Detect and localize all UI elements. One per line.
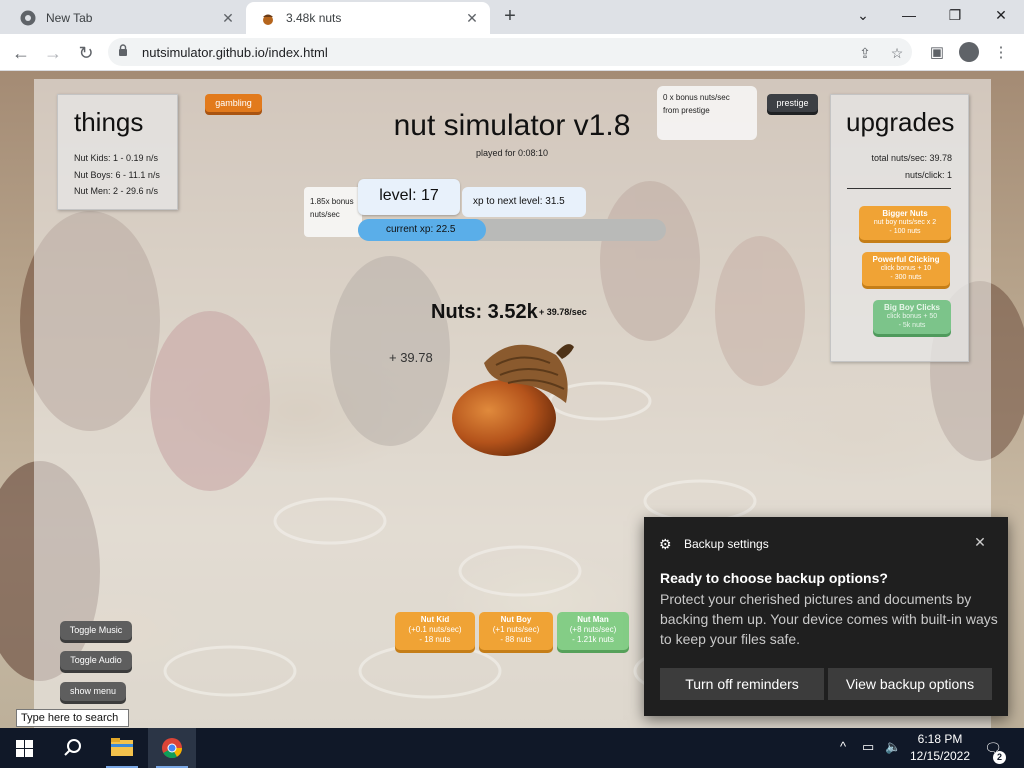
nuts-per-click: nuts/click: 1 xyxy=(904,170,952,180)
nuts-rate: + 39.78/sec xyxy=(539,307,587,317)
upgrade-cost: - 300 nuts xyxy=(890,274,922,281)
upgrade-desc: click bonus + 10 xyxy=(880,265,932,272)
folder-icon xyxy=(111,738,133,756)
nut-men-stat: Nut Men: 2 - 29.6 n/s xyxy=(74,186,159,196)
search-icon[interactable] xyxy=(48,728,96,768)
network-icon[interactable]: ▭ xyxy=(862,739,874,755)
buy-cost: - 18 nuts xyxy=(419,635,451,644)
chrome-taskbar-icon[interactable] xyxy=(148,728,196,768)
toggle-music-button[interactable]: Toggle Music xyxy=(60,621,132,640)
buy-cost: - 1.21k nuts xyxy=(572,635,614,644)
forward-arrow-icon[interactable]: → xyxy=(40,40,66,66)
nut-boys-stat: Nut Boys: 6 - 11.1 n/s xyxy=(74,170,160,180)
backup-notification: ⚙ Backup settings ✕ Ready to choose back… xyxy=(644,517,1008,716)
level-bonus-line: nuts/sec xyxy=(310,210,340,219)
close-tab-icon[interactable]: ✕ xyxy=(460,10,484,27)
upgrade-bigger-nuts-button[interactable]: Bigger Nuts nut boy nuts/sec x 2 - 100 n… xyxy=(859,206,951,240)
search-tooltip: Type here to search xyxy=(16,709,129,727)
volume-icon[interactable]: 🔈 xyxy=(885,739,901,755)
new-tab-button[interactable]: + xyxy=(498,5,522,29)
tab-title: 3.48k nuts xyxy=(286,11,342,25)
tab-nut-simulator[interactable]: 3.48k nuts ✕ xyxy=(246,2,490,34)
upgrade-powerful-clicking-button[interactable]: Powerful Clicking click bonus + 10 - 300… xyxy=(862,252,950,286)
upgrades-panel: upgrades total nuts/sec: 39.78 nuts/clic… xyxy=(830,94,969,362)
windows-start-icon[interactable] xyxy=(16,740,33,757)
url-text: nutsimulator.github.io/index.html xyxy=(142,45,328,60)
current-xp-label: current xp: 22.5 xyxy=(386,224,456,235)
buy-rate: (+8 nuts/sec) xyxy=(569,625,617,634)
buy-rate: (+0.1 nuts/sec) xyxy=(408,625,462,634)
menu-kebab-icon[interactable]: ⋮ xyxy=(990,42,1012,64)
nuts-count: Nuts: 3.52k xyxy=(431,301,538,323)
buy-cost: - 88 nuts xyxy=(500,635,532,644)
file-explorer-icon[interactable] xyxy=(98,728,146,768)
browser-toolbar: ← → ↻ nutsimulator.github.io/index.html … xyxy=(0,34,1024,71)
chrome-icon xyxy=(162,738,183,759)
level-indicator: level: 17 xyxy=(358,179,460,215)
clock-time: 6:18 PM xyxy=(917,732,963,746)
xp-to-next-level: xp to next level: 31.5 xyxy=(462,187,586,217)
notification-app-name: Backup settings xyxy=(684,537,769,551)
clock[interactable]: 6:18 PM 12/15/2022 xyxy=(908,731,972,765)
toggle-audio-button[interactable]: Toggle Audio xyxy=(60,651,132,670)
upgrade-name: Big Boy Clicks xyxy=(883,303,940,312)
notification-title: Ready to choose backup options? xyxy=(660,570,888,586)
clock-date: 12/15/2022 xyxy=(909,749,971,763)
bookmark-star-icon[interactable]: ☆ xyxy=(886,42,908,64)
level-bonus-box: 1.85x bonus nuts/sec xyxy=(304,187,362,237)
upgrade-desc: click bonus + 50 xyxy=(886,313,938,320)
tab-new-tab[interactable]: New Tab ✕ xyxy=(8,2,246,34)
notification-body: Protect your cherished pictures and docu… xyxy=(660,591,998,647)
buy-name: Nut Man xyxy=(577,615,609,624)
address-bar[interactable]: nutsimulator.github.io/index.html ⇪ ☆ xyxy=(108,38,912,66)
lock-icon xyxy=(119,44,127,56)
prestige-button[interactable]: prestige xyxy=(767,94,818,112)
reload-icon[interactable]: ↻ xyxy=(73,40,99,66)
close-icon[interactable]: ✕ xyxy=(972,534,988,550)
close-window-button[interactable]: ✕ xyxy=(978,0,1024,30)
prestige-bonus-line: from prestige xyxy=(663,106,710,115)
minimize-button[interactable]: — xyxy=(886,0,932,30)
gear-icon: ⚙ xyxy=(659,536,672,552)
notification-count-badge: 2 xyxy=(993,751,1006,764)
tab-strip: New Tab ✕ 3.48k nuts ✕ + ⌄ — ❐ ✕ xyxy=(0,0,1024,34)
tab-title: New Tab xyxy=(46,11,93,25)
upgrade-big-boy-clicks-button[interactable]: Big Boy Clicks click bonus + 50 - 5k nut… xyxy=(873,300,951,334)
share-icon[interactable]: ⇪ xyxy=(854,42,876,64)
view-backup-options-button[interactable]: View backup options xyxy=(828,668,992,700)
click-popup-text: + 39.78 xyxy=(389,350,433,365)
restore-button[interactable]: ❐ xyxy=(932,0,978,30)
upgrade-cost: - 5k nuts xyxy=(898,322,926,329)
tab-search-dropdown-icon[interactable]: ⌄ xyxy=(840,0,886,30)
upgrade-name: Powerful Clicking xyxy=(872,255,940,264)
buy-rate: (+1 nuts/sec) xyxy=(492,625,540,634)
prestige-bonus-box: 0 x bonus nuts/sec from prestige xyxy=(657,86,757,140)
total-nuts-per-sec: total nuts/sec: 39.78 xyxy=(871,153,952,163)
acorn-click-target[interactable] xyxy=(444,333,578,458)
tray-chevron-icon[interactable]: ^ xyxy=(840,739,846,755)
buy-nut-kid-button[interactable]: Nut Kid (+0.1 nuts/sec) - 18 nuts xyxy=(395,612,475,650)
divider xyxy=(847,188,951,189)
profile-avatar[interactable] xyxy=(959,42,979,62)
side-panel-icon[interactable]: ▣ xyxy=(926,42,948,64)
buy-nut-man-button[interactable]: Nut Man (+8 nuts/sec) - 1.21k nuts xyxy=(557,612,629,650)
show-menu-button[interactable]: show menu xyxy=(60,682,126,701)
upgrades-title: upgrades xyxy=(846,107,955,137)
nut-favicon xyxy=(263,14,273,25)
chrome-icon xyxy=(20,10,36,26)
buy-name: Nut Boy xyxy=(500,615,532,624)
xp-progress-bar: current xp: 22.5 xyxy=(358,219,666,241)
turn-off-reminders-button[interactable]: Turn off reminders xyxy=(660,668,824,700)
level-bonus-line: 1.85x bonus xyxy=(310,197,354,206)
upgrade-cost: - 100 nuts xyxy=(889,228,921,235)
taskbar: ^ ▭ 🔈 6:18 PM 12/15/2022 🗨 xyxy=(0,728,1024,768)
buy-nut-boy-button[interactable]: Nut Boy (+1 nuts/sec) - 88 nuts xyxy=(479,612,553,650)
close-tab-icon[interactable]: ✕ xyxy=(216,10,240,27)
upgrade-name: Bigger Nuts xyxy=(882,209,928,218)
buy-name: Nut Kid xyxy=(420,615,450,624)
back-arrow-icon[interactable]: ← xyxy=(8,40,34,66)
upgrade-desc: nut boy nuts/sec x 2 xyxy=(873,219,937,226)
prestige-bonus-line: 0 x bonus nuts/sec xyxy=(663,93,730,102)
